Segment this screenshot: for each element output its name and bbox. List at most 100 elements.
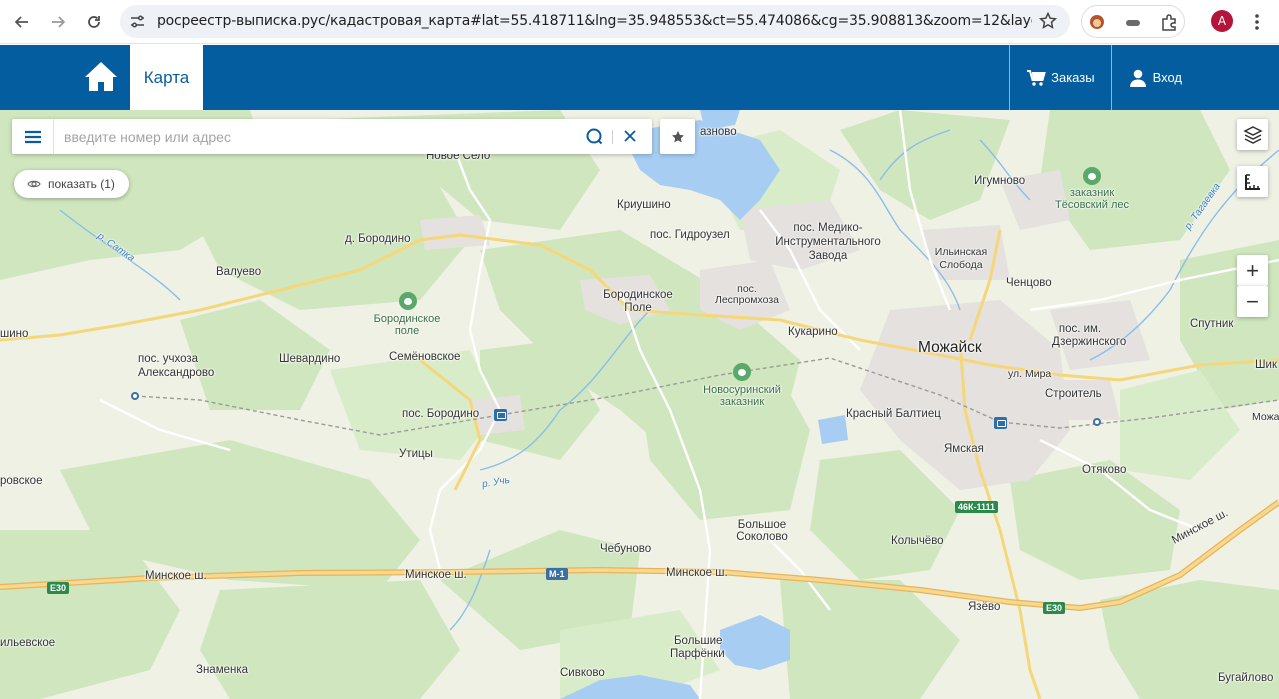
place-label: Чебуново xyxy=(600,543,652,555)
place-label: Отяково xyxy=(1082,464,1127,476)
road-sign-m1: М-1 xyxy=(546,568,568,580)
place-label: Слобода xyxy=(939,259,983,271)
ruler-button[interactable] xyxy=(1237,166,1268,197)
layers-icon xyxy=(1242,125,1263,144)
place-label: Завода xyxy=(808,250,848,262)
login-label: Вход xyxy=(1152,70,1182,85)
place-label: Парфёнки xyxy=(670,648,725,660)
reserve-label: Бородинское xyxy=(373,313,441,325)
eye-icon xyxy=(27,180,41,188)
place-label: Инструментального xyxy=(775,236,881,248)
browser-toolbar: росреестр-выписка.рус/кадастровая_карта#… xyxy=(0,0,1279,44)
place-label: шино xyxy=(0,328,29,340)
back-icon[interactable] xyxy=(9,9,35,35)
orders-button[interactable]: Заказы xyxy=(1009,45,1110,110)
place-label: Бугайлово xyxy=(1218,672,1274,684)
place-label: Ильинская xyxy=(934,246,988,258)
railway-stop-marker[interactable] xyxy=(1093,418,1101,426)
place-label: Валуево xyxy=(216,266,262,278)
hamburger-icon xyxy=(24,130,41,143)
road-sign-e30: E30 xyxy=(1043,602,1066,614)
ruler-icon xyxy=(1244,173,1260,190)
place-label: Бородинское xyxy=(603,289,673,301)
site-settings-icon[interactable] xyxy=(129,13,146,30)
search-input[interactable] xyxy=(64,119,574,154)
site-header: Карта Заказы Вход xyxy=(0,45,1279,110)
place-label: Александрово xyxy=(138,367,215,379)
place-label: пос. Медико- xyxy=(793,222,863,234)
street-label: ул. Мира xyxy=(1008,368,1052,380)
place-label: д. Бородино xyxy=(345,233,411,245)
forward-icon[interactable] xyxy=(45,9,71,35)
extensions-group xyxy=(1081,5,1185,38)
nature-reserve-icon[interactable] xyxy=(399,292,417,310)
place-label: пос. им. xyxy=(1058,323,1102,335)
zoom-out-button[interactable]: − xyxy=(1237,286,1268,317)
profile-avatar[interactable]: A xyxy=(1211,10,1233,32)
extension-hat-icon[interactable] xyxy=(1124,13,1142,31)
train-station-icon[interactable] xyxy=(494,409,507,421)
map-canvas[interactable]: E30 М-1 E30 46К-1111 Новое Село д. Бород… xyxy=(0,110,1279,699)
divider xyxy=(612,130,613,144)
search-icon[interactable] xyxy=(585,127,604,146)
place-label: Можа xyxy=(1252,411,1279,423)
place-label: пос. Гидроузел xyxy=(650,229,730,241)
road-name-label: Минское ш. xyxy=(145,570,207,582)
extension-monkey-icon[interactable] xyxy=(1088,13,1106,31)
place-label: Дзержинского xyxy=(1052,336,1127,348)
tab-map[interactable]: Карта xyxy=(130,45,203,110)
place-label: Ченцово xyxy=(1006,277,1052,289)
layers-button[interactable] xyxy=(1237,119,1268,150)
road-sign-e30: E30 xyxy=(47,582,70,594)
show-layers-button[interactable]: показать (1) xyxy=(14,170,129,198)
place-label: Большие xyxy=(674,635,723,647)
nature-reserve-icon[interactable] xyxy=(1083,167,1101,185)
place-label: Поле xyxy=(624,302,652,314)
place-label: ильевское xyxy=(0,637,56,649)
show-button-label: показать (1) xyxy=(48,177,115,191)
place-label: Игумново xyxy=(974,175,1026,187)
train-station-icon[interactable] xyxy=(994,417,1007,429)
place-label: азново xyxy=(700,126,737,138)
railway-stop-marker[interactable] xyxy=(131,392,139,400)
place-label: Утицы xyxy=(399,448,433,460)
reserve-label: заказник xyxy=(719,396,765,408)
extensions-puzzle-icon[interactable] xyxy=(1160,13,1178,31)
star-icon xyxy=(671,130,684,142)
user-icon xyxy=(1129,69,1146,87)
place-label: Кукарино xyxy=(788,326,838,338)
place-label: Семёновское xyxy=(389,351,461,363)
clear-icon[interactable] xyxy=(622,128,638,144)
login-button[interactable]: Вход xyxy=(1110,45,1279,110)
zoom-in-button[interactable]: + xyxy=(1237,255,1268,286)
place-label: Ямская xyxy=(944,443,984,455)
home-icon[interactable] xyxy=(82,58,120,96)
bookmark-star-icon[interactable] xyxy=(1038,11,1058,31)
road-sign-46k1111: 46К-1111 xyxy=(955,501,999,513)
place-label: Язёво xyxy=(968,601,1001,613)
place-label: Спутник xyxy=(1190,318,1234,330)
address-bar[interactable]: росреестр-выписка.рус/кадастровая_карта#… xyxy=(120,5,1070,38)
place-label: Шевардино xyxy=(279,353,341,365)
cart-icon xyxy=(1027,69,1046,86)
reserve-label: заказник xyxy=(1069,187,1115,199)
favorites-button[interactable] xyxy=(660,119,695,154)
place-label: ровское xyxy=(0,475,43,487)
place-label: Криушино xyxy=(617,199,671,211)
city-label-mozhaysk: Можайск xyxy=(918,339,982,356)
place-label: Соколово xyxy=(736,531,788,543)
place-label: пос. учхоза xyxy=(138,353,199,365)
reserve-label: поле xyxy=(394,325,420,337)
road-name-label: Минское ш. xyxy=(666,567,728,579)
nature-reserve-icon[interactable] xyxy=(733,363,751,381)
place-label: Колычёво xyxy=(891,535,944,547)
road-name-label: Минское ш. xyxy=(405,569,467,581)
menu-button[interactable] xyxy=(12,119,54,154)
reserve-label: Новосуринский xyxy=(703,384,781,396)
place-label: Шик xyxy=(1255,359,1277,371)
place-label: Красный Балтиец xyxy=(846,408,941,420)
reload-icon[interactable] xyxy=(81,9,107,35)
place-label: Знаменка xyxy=(196,664,249,676)
browser-menu-icon[interactable] xyxy=(1246,11,1268,33)
search-panel xyxy=(12,119,652,154)
